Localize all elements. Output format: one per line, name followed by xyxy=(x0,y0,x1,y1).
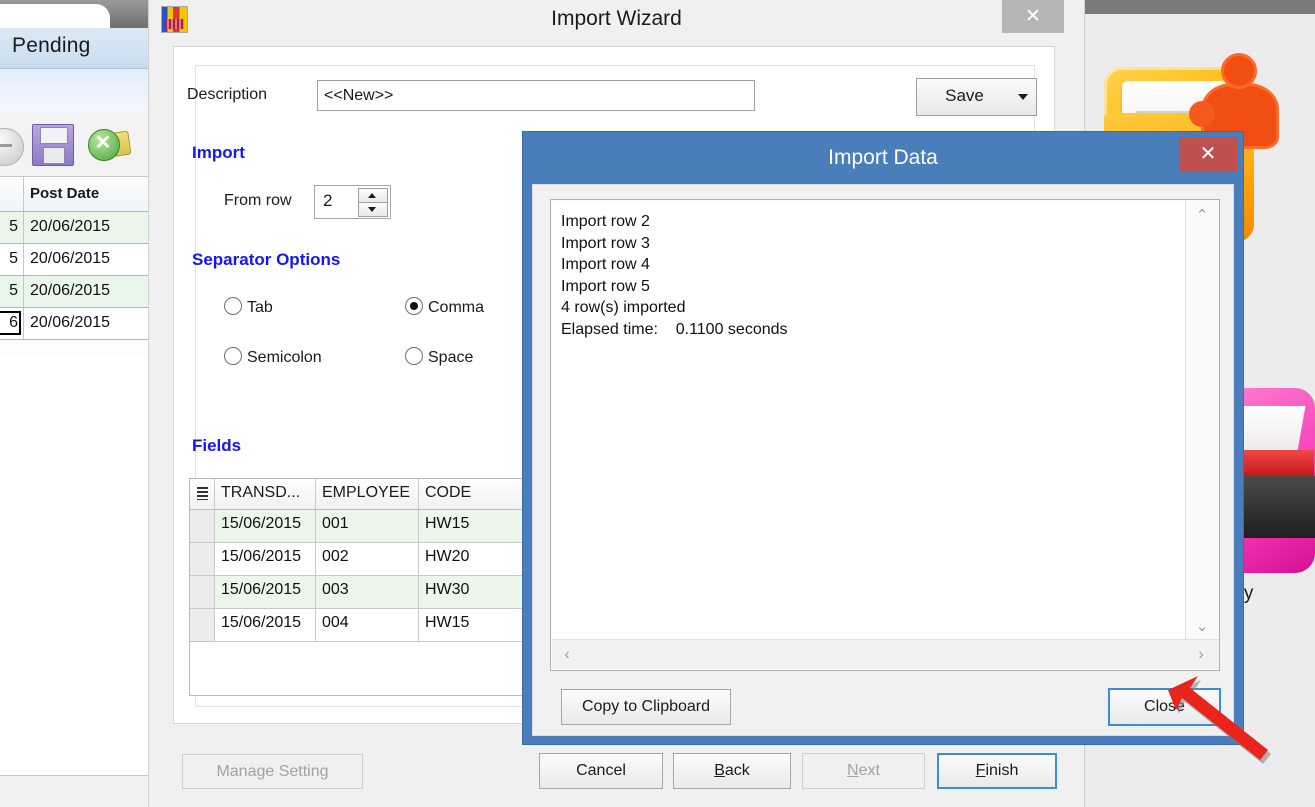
chevron-down-icon xyxy=(1018,94,1028,100)
back-rest: ack xyxy=(725,762,750,779)
finish-mnemonic: F xyxy=(976,762,986,779)
background-status-bar xyxy=(0,776,148,807)
log-horizontal-scrollbar[interactable]: ‹ › xyxy=(552,639,1219,669)
cell-employee: 002 xyxy=(316,543,419,575)
radio-label: Space xyxy=(428,349,473,366)
radio-circle-icon xyxy=(224,297,242,315)
import-data-body: Import row 2 Import row 3 Import row 4 I… xyxy=(532,184,1234,736)
row-id: 5 xyxy=(0,282,18,300)
table-row[interactable]: 5 20/06/2015 xyxy=(0,244,148,276)
radio-circle-icon xyxy=(405,297,423,315)
description-input[interactable] xyxy=(317,80,755,111)
manage-setting-button: Manage Setting xyxy=(182,754,363,789)
save-floppy-icon[interactable] xyxy=(32,124,74,166)
section-header-fields: Fields xyxy=(192,436,241,456)
scroll-right-icon[interactable]: › xyxy=(1189,643,1213,667)
radio-separator-space[interactable]: Space xyxy=(405,347,473,367)
cancel-button[interactable]: Cancel xyxy=(539,753,663,789)
radio-circle-icon xyxy=(405,347,423,365)
cell-transdate: 15/06/2015 xyxy=(215,543,316,575)
row-post-date: 20/06/2015 xyxy=(30,218,110,236)
scroll-up-icon[interactable]: ⌃ xyxy=(1186,205,1218,227)
scroll-down-icon[interactable]: ⌄ xyxy=(1186,616,1218,638)
grid-menu-icon[interactable] xyxy=(190,479,215,509)
cell-transdate: 15/06/2015 xyxy=(215,609,316,641)
background-grid-header: Post Date xyxy=(0,177,148,212)
scroll-left-icon[interactable]: ‹ xyxy=(555,643,579,667)
row-post-date: 20/06/2015 xyxy=(30,314,110,332)
close-button[interactable]: Close xyxy=(1108,688,1221,726)
section-header-import: Import xyxy=(192,143,245,163)
cell-code: HW15 xyxy=(419,609,529,641)
stepper-up-button[interactable] xyxy=(358,188,388,203)
import-data-dialog: Import Data ✕ Import row 2 Import row 3 … xyxy=(522,131,1244,745)
table-row[interactable]: 5 20/06/2015 xyxy=(0,276,148,308)
copy-to-clipboard-button[interactable]: Copy to Clipboard xyxy=(561,689,731,725)
description-label: Description xyxy=(187,86,267,104)
save-dropdown-button[interactable] xyxy=(1011,78,1037,116)
screen: p ary Pending ✕ Post Date 5 xyxy=(0,0,1315,807)
background-col-post-date: Post Date xyxy=(30,185,99,202)
next-mnemonic: N xyxy=(847,762,859,779)
stepper-down-button[interactable] xyxy=(358,202,388,217)
finish-rest: inish xyxy=(985,762,1018,779)
fields-col-transdate: TRANSD... xyxy=(215,479,316,509)
cell-code: HW30 xyxy=(419,576,529,608)
radio-circle-icon xyxy=(224,347,242,365)
radio-label: Semicolon xyxy=(247,349,322,366)
radio-label: Tab xyxy=(247,299,273,316)
cell-code: HW15 xyxy=(419,510,529,542)
row-id: 5 xyxy=(0,250,18,268)
background-app-window: Pending ✕ Post Date 5 20/06/2015 5 xyxy=(0,0,148,807)
cell-employee: 001 xyxy=(316,510,419,542)
radio-separator-tab[interactable]: Tab xyxy=(224,297,273,317)
void-money-icon[interactable]: ✕ xyxy=(88,127,130,161)
import-log-text: Import row 2 Import row 3 Import row 4 I… xyxy=(552,201,1187,641)
next-button: Next xyxy=(802,753,925,789)
cell-employee: 004 xyxy=(316,609,419,641)
finish-button[interactable]: Finish xyxy=(937,753,1057,789)
cell-transdate: 15/06/2015 xyxy=(215,510,316,542)
import-wizard-close-button[interactable]: ✕ xyxy=(1002,0,1064,33)
from-row-value: 2 xyxy=(323,191,332,211)
row-id: 5 xyxy=(0,218,18,236)
log-vertical-scrollbar[interactable]: ⌃ ⌄ xyxy=(1185,201,1218,642)
background-grid: Post Date 5 20/06/2015 5 20/06/2015 5 20… xyxy=(0,177,148,340)
from-row-stepper[interactable]: 2 xyxy=(314,185,391,219)
from-row-label: From row xyxy=(224,192,292,210)
fields-col-employee: EMPLOYEE xyxy=(316,479,419,509)
import-wizard-title: Import Wizard xyxy=(149,7,1084,31)
background-active-tab[interactable] xyxy=(0,4,110,30)
background-sub-bar xyxy=(0,69,148,113)
radio-separator-semicolon[interactable]: Semicolon xyxy=(224,347,322,367)
background-grid-empty-area xyxy=(0,355,148,776)
row-post-date: 20/06/2015 xyxy=(30,282,110,300)
next-rest: ext xyxy=(859,762,880,779)
back-mnemonic: B xyxy=(714,762,725,779)
back-button[interactable]: Back xyxy=(673,753,791,789)
row-id: 6 xyxy=(0,314,18,332)
radio-separator-comma[interactable]: Comma xyxy=(405,297,484,317)
cell-employee: 003 xyxy=(316,576,419,608)
table-row[interactable]: 6 20/06/2015 xyxy=(0,308,148,340)
pending-title: Pending xyxy=(12,34,90,58)
cell-code: HW20 xyxy=(419,543,529,575)
table-row[interactable]: 5 20/06/2015 xyxy=(0,212,148,244)
cell-transdate: 15/06/2015 xyxy=(215,576,316,608)
import-data-close-x-button[interactable]: ✕ xyxy=(1179,137,1237,172)
save-button[interactable]: Save xyxy=(916,78,1013,116)
import-data-title: Import Data xyxy=(523,132,1243,184)
import-log-frame: Import row 2 Import row 3 Import row 4 I… xyxy=(550,199,1220,671)
row-post-date: 20/06/2015 xyxy=(30,250,110,268)
fields-col-code: CODE xyxy=(419,479,529,509)
radio-label: Comma xyxy=(428,299,484,316)
section-header-separator-options: Separator Options xyxy=(192,250,340,270)
